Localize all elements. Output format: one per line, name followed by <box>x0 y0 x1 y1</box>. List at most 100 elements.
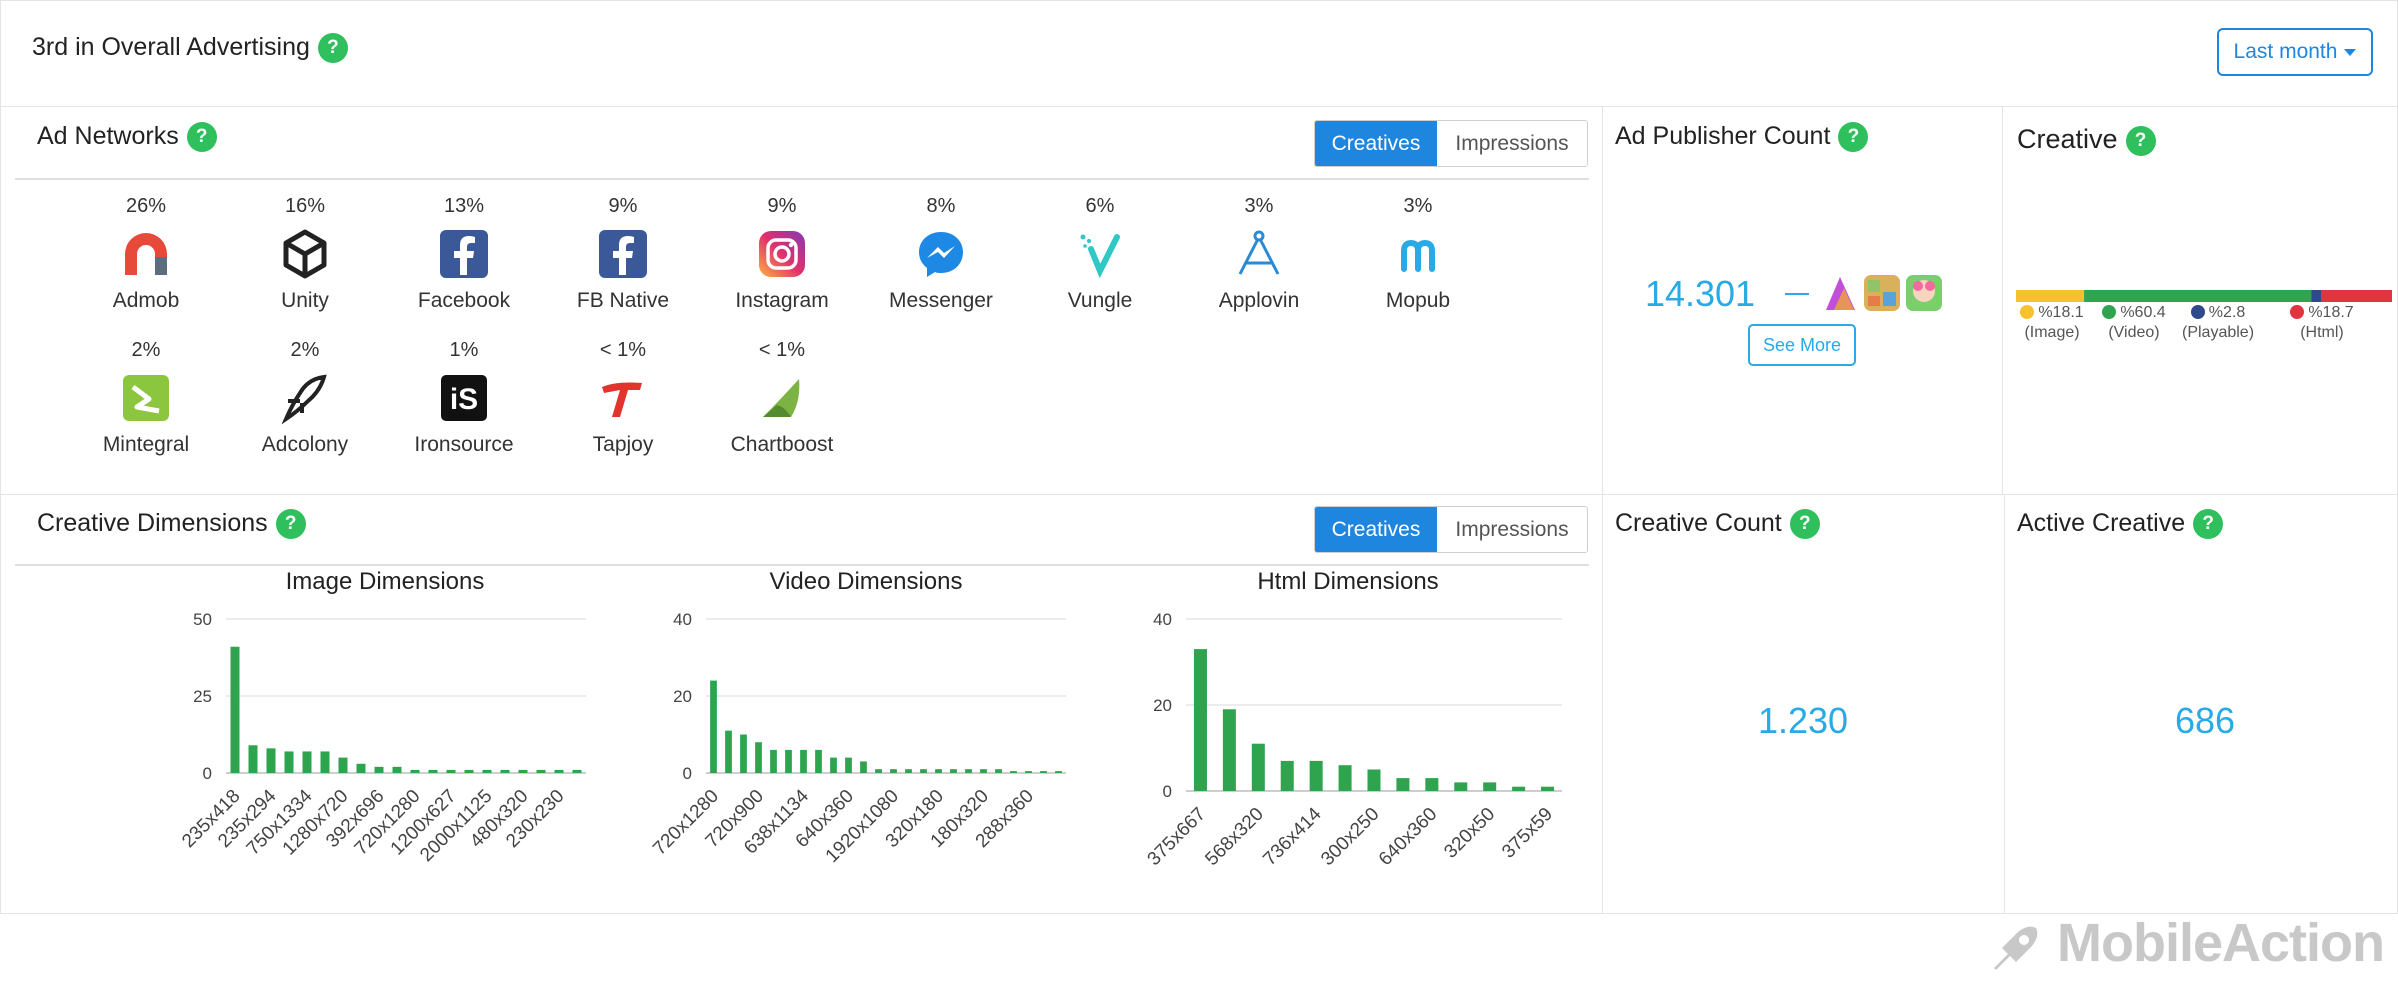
bar[interactable] <box>785 749 792 773</box>
bar[interactable] <box>1483 782 1497 791</box>
ad-networks-title: Ad Networks? <box>37 122 217 153</box>
help-icon[interactable]: ? <box>275 509 306 540</box>
bar[interactable] <box>755 742 762 773</box>
bar[interactable] <box>740 734 747 774</box>
bar[interactable] <box>554 769 564 773</box>
app-icon-3[interactable] <box>1906 275 1942 311</box>
help-icon[interactable]: ? <box>186 122 217 153</box>
bar[interactable] <box>875 769 882 773</box>
bar[interactable] <box>446 769 456 773</box>
creatives-toggle-button[interactable]: Creatives <box>1315 121 1437 166</box>
ad-network-item[interactable]: 3% Applovin <box>1179 195 1339 313</box>
bar[interactable] <box>1338 765 1352 791</box>
bar[interactable] <box>995 769 1002 773</box>
bar[interactable] <box>536 769 546 773</box>
bar[interactable] <box>1025 771 1032 773</box>
bar[interactable] <box>1512 786 1526 791</box>
bar[interactable] <box>320 751 330 773</box>
bar[interactable] <box>1251 743 1265 791</box>
creative-segment <box>2016 290 2085 302</box>
bar[interactable] <box>518 769 528 773</box>
bar[interactable] <box>1010 771 1017 773</box>
ad-network-item[interactable]: 8% Messenger <box>861 195 1021 313</box>
bar[interactable] <box>725 730 732 773</box>
bar[interactable] <box>1425 778 1439 791</box>
bar[interactable] <box>374 766 384 773</box>
bar[interactable] <box>482 769 492 773</box>
creative-legend-share: %60.4 <box>2120 304 2166 321</box>
creatives-toggle-button[interactable]: Creatives <box>1315 507 1437 552</box>
bar[interactable] <box>950 769 957 773</box>
bar[interactable] <box>800 749 807 773</box>
creative-count-value: 1.230 <box>1757 700 1849 741</box>
bar[interactable] <box>500 769 510 773</box>
app-icon-2[interactable] <box>1864 275 1900 311</box>
creative-legend-share: %18.7 <box>2308 304 2354 321</box>
ad-network-item[interactable]: < 1% Tapjoy <box>543 339 703 457</box>
bar[interactable] <box>965 769 972 773</box>
page-title-text: 3rd in Overall Advertising <box>32 33 310 61</box>
bar[interactable] <box>1454 782 1468 791</box>
bar[interactable] <box>572 769 582 773</box>
bar[interactable] <box>248 745 258 773</box>
bar[interactable] <box>980 769 987 773</box>
app-icon-1[interactable] <box>1826 277 1855 310</box>
bar[interactable] <box>710 680 717 773</box>
bar[interactable] <box>830 757 837 773</box>
bar[interactable] <box>230 646 240 773</box>
bar[interactable] <box>302 751 312 773</box>
ad-network-item[interactable]: 1% iS Ironsource <box>384 339 544 457</box>
help-icon[interactable]: ? <box>1838 122 1869 153</box>
bar[interactable] <box>284 751 294 773</box>
see-more-button[interactable]: See More <box>1748 324 1856 366</box>
bar[interactable] <box>845 757 852 773</box>
ad-network-item[interactable]: 13% Facebook <box>384 195 544 313</box>
bar[interactable] <box>815 749 822 773</box>
ad-network-item[interactable]: 9% FB Native <box>543 195 703 313</box>
bar[interactable] <box>356 763 366 773</box>
bar[interactable] <box>890 769 897 773</box>
bar[interactable] <box>1222 709 1236 791</box>
bar[interactable] <box>860 761 867 773</box>
ad-network-item[interactable]: 9% Instagram <box>702 195 862 313</box>
ad-network-item[interactable]: 16% Unity <box>225 195 385 313</box>
bar[interactable] <box>464 769 474 773</box>
ad-network-share: 13% <box>443 195 485 217</box>
ad-network-item[interactable]: < 1% Chartboost <box>702 339 862 457</box>
bar[interactable] <box>920 769 927 773</box>
image-dimensions-title: Image Dimensions <box>285 568 485 595</box>
bar[interactable] <box>1193 649 1207 791</box>
bar[interactable] <box>1040 771 1047 773</box>
bar[interactable] <box>1367 769 1381 792</box>
period-dropdown[interactable]: Last month <box>2217 28 2373 76</box>
mobileaction-brand: MobileAction <box>2057 913 2385 973</box>
bar[interactable] <box>1396 778 1410 791</box>
bar[interactable] <box>392 766 402 773</box>
ad-network-item[interactable]: 6% Vungle <box>1020 195 1180 313</box>
help-icon[interactable]: ? <box>2125 125 2156 156</box>
bar[interactable] <box>1055 771 1062 773</box>
bar[interactable] <box>935 769 942 773</box>
bar[interactable] <box>338 757 348 773</box>
ad-network-item[interactable]: 2% Mintegral <box>66 339 226 457</box>
bar[interactable] <box>905 769 912 773</box>
impressions-toggle-button[interactable]: Impressions <box>1437 507 1587 552</box>
ad-network-item[interactable]: 26% Admob <box>66 195 226 313</box>
ad-network-item[interactable]: 3% Mopub <box>1338 195 1498 313</box>
help-icon[interactable]: ? <box>317 33 348 64</box>
ad-network-item[interactable]: 2% Adcolony <box>225 339 385 457</box>
x-tick-label: 300x250 <box>1317 804 1383 870</box>
bar[interactable] <box>266 748 276 773</box>
mobileaction-logo-icon <box>1994 926 2038 970</box>
bar[interactable] <box>410 769 420 773</box>
y-tick-label: 40 <box>1153 610 1172 629</box>
help-icon[interactable]: ? <box>2193 509 2224 540</box>
impressions-toggle-button[interactable]: Impressions <box>1437 121 1587 166</box>
creative-count-title: Creative Count? <box>1615 509 1820 540</box>
bar[interactable] <box>1541 786 1555 791</box>
bar[interactable] <box>428 769 438 773</box>
bar[interactable] <box>770 749 777 773</box>
bar[interactable] <box>1309 760 1323 791</box>
help-icon[interactable]: ? <box>1789 509 1820 540</box>
bar[interactable] <box>1280 760 1294 791</box>
